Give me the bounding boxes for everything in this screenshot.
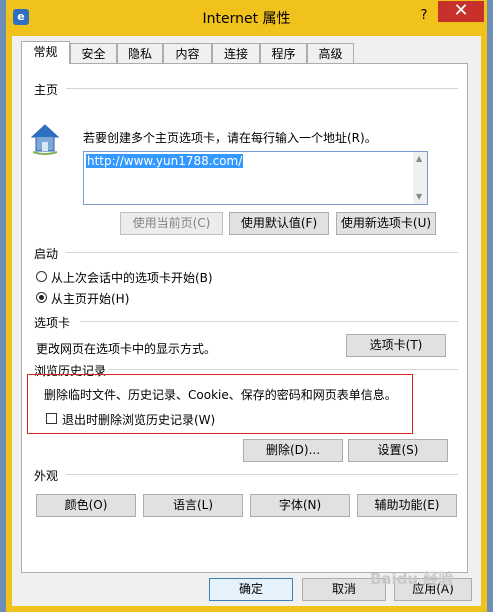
close-icon: ✕ [453, 0, 469, 21]
tab-security[interactable]: 安全 [70, 43, 117, 63]
tab-connections[interactable]: 连接 [212, 43, 260, 63]
title-bar[interactable]: e Internet 属性 ? ✕ [6, 0, 487, 36]
history-description: 删除临时文件、历史记录、Cookie、保存的密码和网页表单信息。 [44, 388, 397, 402]
tabs-settings-button[interactable]: 选项卡(T) [346, 334, 446, 357]
tab-privacy[interactable]: 隐私 [117, 43, 163, 63]
scroll-up-icon[interactable]: ▲ [416, 154, 422, 163]
general-tab-panel: 主页 若要创建多个主页选项卡，请在每行输入一个地址(R)。 http://www… [21, 63, 468, 573]
ok-button[interactable]: 确定 [209, 578, 293, 601]
radio-selected-dot [39, 295, 44, 300]
tab-programs[interactable]: 程序 [260, 43, 307, 63]
radio-last-session-label[interactable]: 从上次会话中的选项卡开始(B) [51, 269, 213, 286]
tab-advanced[interactable]: 高级 [307, 43, 354, 63]
tab-content[interactable]: 内容 [163, 43, 212, 63]
help-button[interactable]: ? [414, 6, 434, 26]
baidu-watermark: Baidu 经验 [370, 570, 454, 588]
tabs-separator [80, 321, 458, 322]
appearance-section-label: 外观 [34, 469, 59, 483]
startup-separator [66, 252, 458, 253]
radio-homepage-label[interactable]: 从主页开始(H) [51, 290, 129, 307]
history-separator [108, 369, 458, 370]
delete-history-button[interactable]: 删除(D)... [243, 439, 343, 462]
tab-general[interactable]: 常规 [21, 41, 70, 64]
internet-options-dialog: e Internet 属性 ? ✕ 常规 安全 隐私 内容 连接 程序 高级 主… [6, 0, 487, 612]
scroll-down-icon[interactable]: ▼ [416, 192, 422, 201]
delete-on-exit-label[interactable]: 退出时删除浏览历史记录(W) [62, 411, 215, 428]
startup-section-label: 启动 [34, 247, 59, 261]
radio-last-session[interactable] [36, 271, 47, 282]
close-button[interactable]: ✕ [438, 1, 484, 22]
history-settings-button[interactable]: 设置(S) [348, 439, 448, 462]
dialog-client-area: 常规 安全 隐私 内容 连接 程序 高级 主页 若要创建多个主页选项卡，请在每行… [12, 36, 481, 606]
delete-on-exit-checkbox[interactable] [46, 413, 57, 424]
desktop-background-right [487, 0, 493, 612]
radio-homepage[interactable] [36, 292, 47, 303]
homepage-url-text: http://www.yun1788.com/ [86, 154, 244, 168]
textarea-scrollbar[interactable]: ▲ ▼ [413, 152, 427, 204]
homepage-separator [66, 88, 458, 89]
fonts-button[interactable]: 字体(N) [250, 494, 350, 517]
use-default-button[interactable]: 使用默认值(F) [229, 212, 329, 235]
use-new-tab-button[interactable]: 使用新选项卡(U) [336, 212, 436, 235]
tabs-description: 更改网页在选项卡中的显示方式。 [36, 342, 217, 356]
tabs-section-label: 选项卡 [34, 316, 71, 330]
homepage-instruction: 若要创建多个主页选项卡，请在每行输入一个地址(R)。 [83, 131, 377, 145]
appearance-separator [66, 474, 458, 475]
languages-button[interactable]: 语言(L) [143, 494, 243, 517]
colors-button[interactable]: 颜色(O) [36, 494, 136, 517]
use-current-button[interactable]: 使用当前页(C) [120, 212, 223, 235]
homepage-url-textarea[interactable]: http://www.yun1788.com/ ▲ ▼ [83, 151, 428, 205]
house-icon [30, 124, 60, 155]
accessibility-button[interactable]: 辅助功能(E) [357, 494, 457, 517]
homepage-section-label: 主页 [34, 83, 59, 97]
